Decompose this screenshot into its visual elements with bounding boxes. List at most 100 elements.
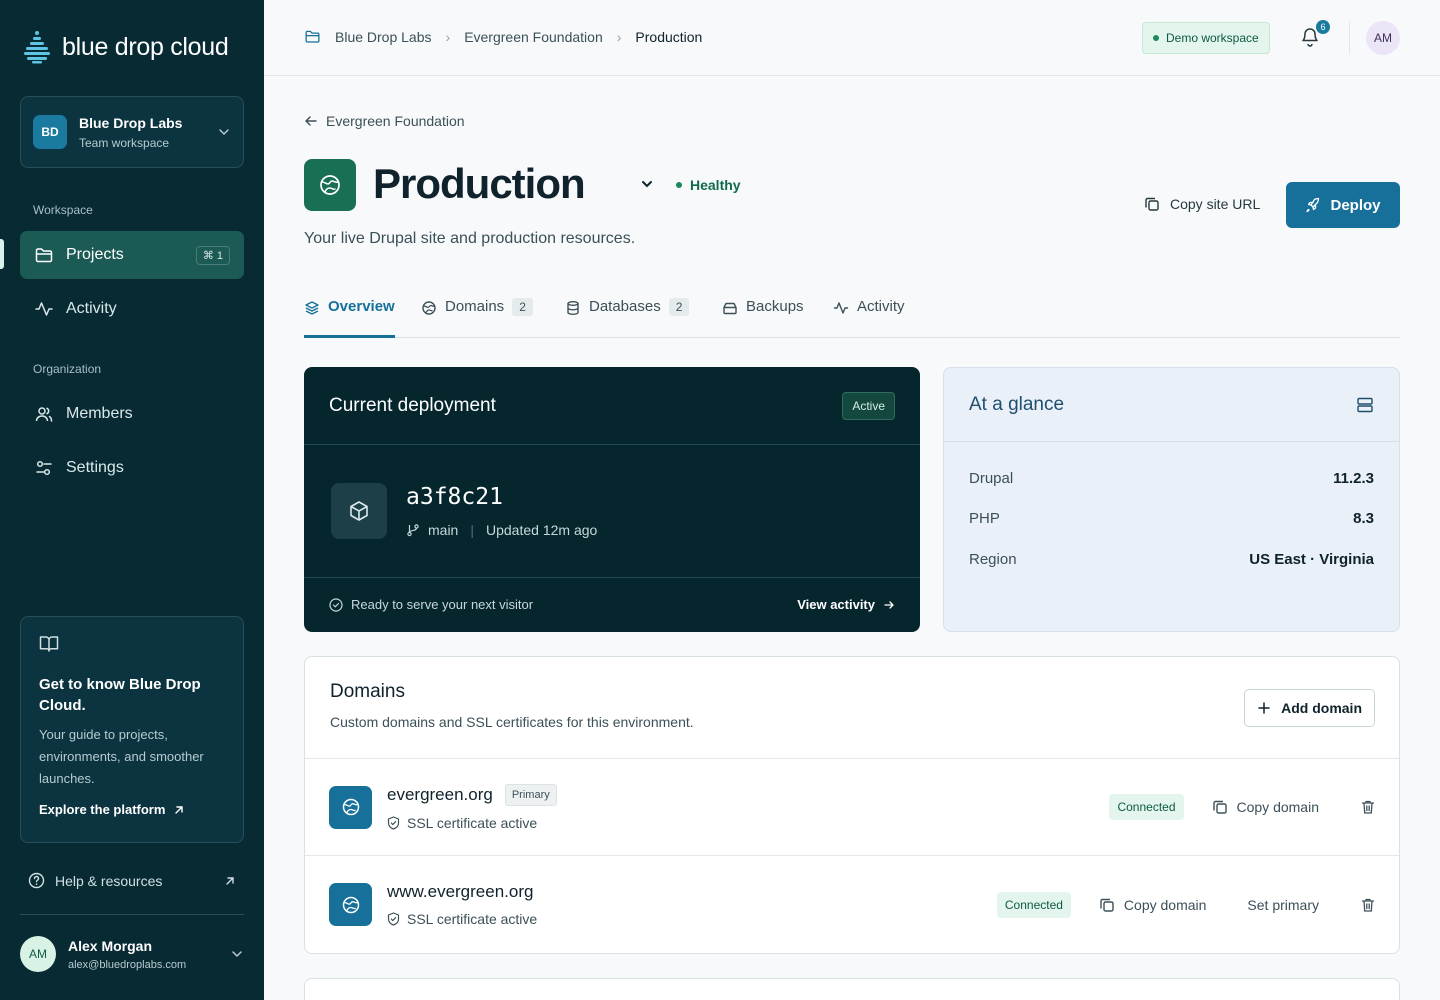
- shield-check-icon: [387, 912, 400, 926]
- tab-domains[interactable]: Domains 2: [421, 298, 533, 338]
- page-subtitle: Your live Drupal site and production res…: [304, 230, 636, 247]
- health-status: Healthy: [676, 177, 741, 193]
- brand-logo[interactable]: blue drop cloud: [22, 30, 229, 64]
- sidebar-item-members[interactable]: Members: [20, 390, 244, 438]
- activity-icon: [833, 302, 849, 314]
- topbar-divider: [1349, 22, 1350, 54]
- next-section-card: [304, 978, 1400, 1000]
- back-link[interactable]: Evergreen Foundation: [304, 113, 465, 129]
- tab-count-badge: 2: [512, 298, 533, 316]
- back-link-label: Evergreen Foundation: [326, 113, 465, 129]
- glance-value: 11.2.3: [1333, 469, 1374, 487]
- sidebar-item-label: Members: [66, 405, 133, 422]
- database-icon: [567, 301, 579, 316]
- chevron-down-icon[interactable]: [640, 177, 654, 191]
- cube-icon: [331, 483, 387, 539]
- domain-row: www.evergreen.org SSL certificate active…: [305, 856, 1399, 953]
- breadcrumb-item[interactable]: Evergreen Foundation: [464, 29, 603, 45]
- sidebar: blue drop cloud BD Blue Drop Labs Team w…: [0, 0, 264, 1000]
- arrow-right-icon: [884, 600, 894, 609]
- topbar: Blue Drop Labs › Evergreen Foundation › …: [264, 0, 1440, 76]
- add-domain-label: Add domain: [1281, 700, 1362, 716]
- sidebar-item-activity[interactable]: Activity: [20, 285, 244, 333]
- breadcrumb-item[interactable]: Blue Drop Labs: [335, 29, 432, 45]
- glance-row: Region US East · Virginia: [944, 539, 1399, 580]
- sidebar-item-label: Settings: [66, 459, 124, 476]
- glance-key: PHP: [969, 510, 1000, 528]
- glance-value: 8.3: [1353, 510, 1374, 528]
- tab-label: Overview: [328, 298, 395, 315]
- trash-icon[interactable]: [1361, 799, 1375, 815]
- view-activity-link[interactable]: View activity: [797, 597, 895, 612]
- copy-url-label: Copy site URL: [1170, 196, 1261, 212]
- tab-bar: Overview Domains 2 Databases 2 Backups A…: [304, 290, 1400, 338]
- chevron-down-icon: [232, 951, 242, 958]
- primary-badge: Primary: [504, 783, 557, 806]
- water-drop-logo-icon: [24, 31, 50, 64]
- domain-icon: [329, 785, 372, 829]
- branch-name: main: [428, 522, 459, 538]
- set-primary-button[interactable]: Set primary: [1247, 897, 1319, 913]
- deploy-button[interactable]: Deploy: [1286, 182, 1400, 228]
- workspace-switcher[interactable]: BD Blue Drop Labs Team workspace: [20, 96, 244, 168]
- breadcrumb-separator-icon: ›: [445, 28, 451, 45]
- brand-name: blue drop cloud: [62, 32, 229, 61]
- ssl-status: SSL certificate active: [407, 911, 538, 927]
- help-circle-icon: [28, 872, 45, 889]
- explore-platform-link[interactable]: Explore the platform: [39, 802, 225, 817]
- user-menu[interactable]: AM Alex Morgan alex@bluedroplabs.com: [20, 936, 244, 972]
- environment-icon: [304, 159, 356, 211]
- server-icon: [1357, 397, 1373, 412]
- deploy-label: Deploy: [1330, 196, 1381, 214]
- sidebar-item-settings[interactable]: Settings: [20, 444, 244, 492]
- tab-count-badge: 2: [668, 298, 690, 316]
- help-resources-link[interactable]: Help & resources: [28, 872, 236, 889]
- guide-text: Your guide to projects, environments, an…: [39, 727, 204, 786]
- workspace-section-label: Workspace: [33, 203, 93, 217]
- sidebar-item-label: Projects: [66, 246, 124, 263]
- user-avatar: AM: [20, 936, 56, 972]
- book-open-icon: [39, 636, 59, 652]
- workspace-avatar: BD: [33, 115, 67, 149]
- tab-backups[interactable]: Backups: [722, 298, 804, 338]
- tab-overview[interactable]: Overview: [304, 298, 395, 338]
- user-email: alex@bluedroplabs.com: [68, 958, 187, 971]
- glance-row: PHP 8.3: [944, 499, 1399, 540]
- copy-domain-label: Copy domain: [1123, 896, 1207, 913]
- at-a-glance-card: At a glance Drupal 11.2.3 PHP 8.3 Region…: [943, 367, 1400, 632]
- folder-icon: [305, 30, 320, 43]
- domain-row: evergreen.org Primary SSL certificate ac…: [305, 759, 1399, 856]
- meta-separator: |: [470, 522, 474, 538]
- domain-name: www.evergreen.org: [387, 882, 534, 901]
- add-domain-button[interactable]: Add domain: [1244, 689, 1375, 727]
- ssl-status: SSL certificate active: [407, 814, 538, 831]
- shield-check-icon: [387, 815, 400, 830]
- tab-label: Backups: [746, 298, 804, 315]
- domain-icon: [329, 883, 372, 926]
- demo-badge-label: Demo workspace: [1166, 31, 1259, 45]
- trash-icon[interactable]: [1361, 897, 1375, 913]
- view-activity-label: View activity: [797, 597, 875, 612]
- sliders-icon: [36, 460, 52, 476]
- domains-title: Domains: [330, 681, 405, 702]
- globe-icon: [320, 175, 340, 195]
- top-user-avatar[interactable]: AM: [1366, 21, 1400, 55]
- domain-name: evergreen.org: [387, 784, 493, 804]
- copy-domain-button[interactable]: Copy domain: [1099, 896, 1207, 913]
- status-dot-icon: [676, 182, 682, 188]
- arrow-up-right-icon: [175, 805, 184, 814]
- copy-site-url-button[interactable]: Copy site URL: [1144, 196, 1260, 212]
- archive-icon: [723, 302, 737, 315]
- tab-databases[interactable]: Databases 2: [565, 298, 690, 338]
- copy-domain-button[interactable]: Copy domain: [1212, 799, 1319, 815]
- sidebar-item-label: Activity: [66, 300, 117, 317]
- sidebar-item-projects[interactable]: Projects ⌘ 1: [20, 231, 244, 279]
- copy-icon: [1212, 800, 1227, 814]
- git-branch-icon: [407, 524, 419, 537]
- tab-activity[interactable]: Activity: [833, 298, 905, 338]
- connected-badge: Connected: [996, 891, 1071, 918]
- active-nav-indicator: [0, 239, 4, 269]
- users-icon: [35, 407, 53, 422]
- arrow-left-icon: [305, 116, 317, 126]
- onboarding-guide-card: Get to know Blue Drop Cloud. Your guide …: [20, 616, 244, 843]
